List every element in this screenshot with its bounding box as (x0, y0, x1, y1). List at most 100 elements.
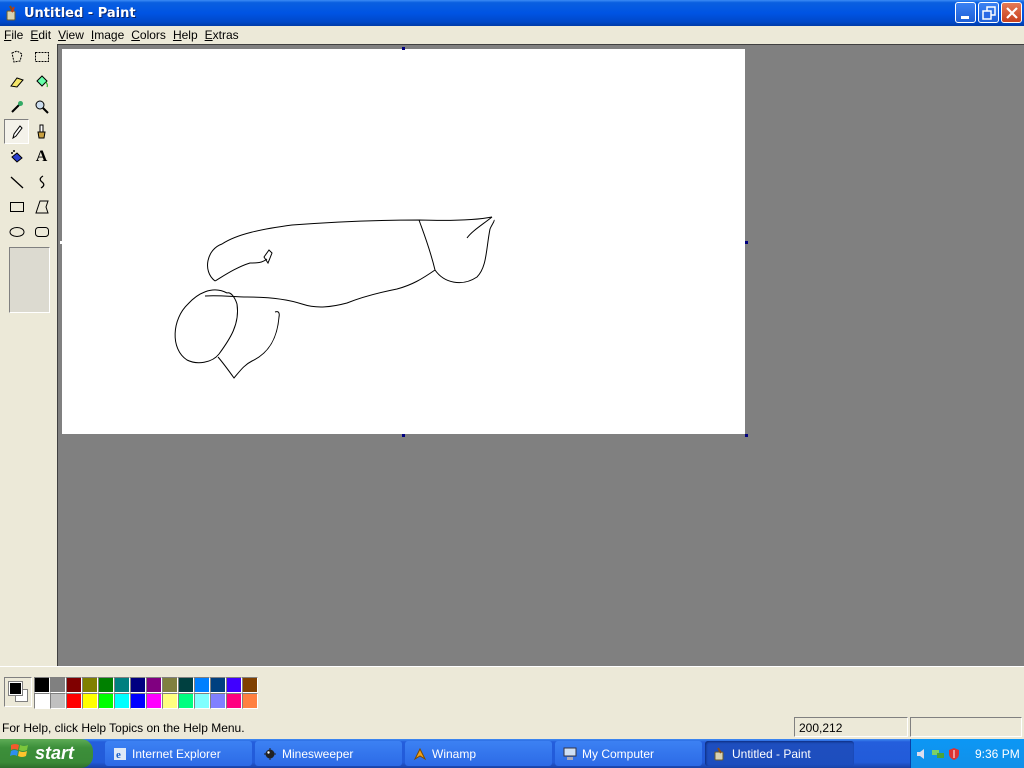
task-label: Winamp (432, 746, 477, 761)
palette-swatch[interactable] (66, 677, 82, 693)
swatch-color (115, 694, 129, 708)
tool-ellipse[interactable] (4, 219, 29, 244)
tool-polygon[interactable] (29, 194, 54, 219)
menu-edit[interactable]: Edit (27, 28, 54, 42)
palette-swatch[interactable] (210, 677, 226, 693)
pencil-icon (11, 124, 23, 139)
title-bar[interactable]: Untitled - Paint (0, 0, 1024, 26)
palette-swatch[interactable] (242, 677, 258, 693)
tool-pick-color[interactable] (4, 94, 29, 119)
swatch-color (35, 678, 49, 692)
rounded-rectangle-icon (34, 226, 49, 237)
eyedropper-icon (10, 100, 23, 113)
palette-swatch[interactable] (210, 693, 226, 709)
tool-text[interactable]: A (29, 144, 54, 169)
palette-swatch[interactable] (162, 693, 178, 709)
palette-swatch[interactable] (82, 693, 98, 709)
swatch-color (131, 678, 145, 692)
restore-button[interactable] (978, 2, 999, 23)
palette-swatch[interactable] (194, 693, 210, 709)
task-label: Minesweeper (282, 746, 354, 761)
clock[interactable]: 9:36 PM (975, 747, 1020, 761)
palette-swatch[interactable] (226, 677, 242, 693)
palette-swatch[interactable] (50, 677, 66, 693)
menu-extras[interactable]: Extras (202, 28, 242, 42)
palette-swatch[interactable] (130, 693, 146, 709)
tool-airbrush[interactable] (4, 144, 29, 169)
status-size (910, 717, 1022, 737)
palette-swatch[interactable] (82, 677, 98, 693)
system-tray: 9:36 PM (910, 739, 1024, 768)
drawing-canvas[interactable] (62, 49, 745, 434)
task-winamp[interactable]: Winamp (405, 741, 552, 766)
swatch-color (67, 678, 81, 692)
task-minesweeper[interactable]: Minesweeper (255, 741, 402, 766)
tool-free-form-select[interactable] (4, 44, 29, 69)
close-button[interactable] (1001, 2, 1022, 23)
paint-app-icon[interactable] (4, 5, 20, 21)
tool-rounded-rectangle[interactable] (29, 219, 54, 244)
tool-pencil[interactable] (4, 119, 29, 144)
palette-swatch[interactable] (194, 677, 210, 693)
tool-rectangle[interactable] (4, 194, 29, 219)
palette-swatch[interactable] (178, 693, 194, 709)
task-label: Internet Explorer (132, 746, 221, 761)
task-my-computer[interactable]: My Computer (555, 741, 702, 766)
canvas-drawing (174, 216, 495, 379)
task-internet-explorer[interactable]: e Internet Explorer (105, 741, 252, 766)
swatch-color (179, 694, 193, 708)
palette-swatch[interactable] (162, 677, 178, 693)
tool-select[interactable] (29, 44, 54, 69)
tool-curve[interactable] (29, 169, 54, 194)
palette-swatch[interactable] (50, 693, 66, 709)
menu-help[interactable]: Help (170, 28, 201, 42)
eraser-icon (9, 76, 24, 88)
tool-options-box[interactable] (9, 247, 50, 313)
palette-swatch[interactable] (98, 693, 114, 709)
palette-swatch[interactable] (34, 677, 50, 693)
swatch-color (99, 694, 113, 708)
palette-swatch[interactable] (226, 693, 242, 709)
curve-icon (39, 174, 44, 189)
foreground-color (8, 681, 23, 696)
palette-swatch[interactable] (130, 677, 146, 693)
swatch-color (227, 694, 241, 708)
palette-swatch[interactable] (98, 677, 114, 693)
menu-file[interactable]: File (1, 28, 26, 42)
tool-line[interactable] (4, 169, 29, 194)
palette-swatch[interactable] (146, 693, 162, 709)
palette-swatch[interactable] (146, 677, 162, 693)
palette-swatch[interactable] (66, 693, 82, 709)
volume-icon[interactable] (915, 747, 929, 761)
winamp-icon (413, 747, 427, 760)
resize-handle-corner[interactable] (745, 434, 748, 437)
tool-magnifier[interactable] (29, 94, 54, 119)
palette-swatch[interactable] (178, 677, 194, 693)
task-untitled-paint[interactable]: Untitled - Paint (705, 741, 854, 766)
palette-swatch[interactable] (114, 693, 130, 709)
swatch-color (195, 678, 209, 692)
resize-handle-bottom[interactable] (402, 434, 405, 437)
network-icon[interactable] (931, 747, 945, 761)
current-colors[interactable] (4, 677, 32, 707)
color-palette (34, 677, 258, 709)
menu-image[interactable]: Image (88, 28, 127, 42)
swatch-color (195, 694, 209, 708)
resize-handle-left[interactable] (60, 241, 63, 244)
palette-swatch[interactable] (34, 693, 50, 709)
tool-brush[interactable] (29, 119, 54, 144)
palette-swatch[interactable] (242, 693, 258, 709)
swatch-color (179, 678, 193, 692)
menu-colors[interactable]: Colors (128, 28, 169, 42)
status-bar: For Help, click Help Topics on the Help … (0, 714, 1024, 739)
tool-eraser[interactable] (4, 69, 29, 94)
security-shield-icon[interactable] (947, 747, 961, 761)
resize-handle-right[interactable] (745, 241, 748, 244)
tool-fill[interactable] (29, 69, 54, 94)
color-box (0, 666, 1024, 714)
start-button[interactable]: start (0, 739, 93, 768)
menu-view[interactable]: View (55, 28, 87, 42)
palette-swatch[interactable] (114, 677, 130, 693)
resize-handle-top[interactable] (402, 47, 405, 50)
minimize-button[interactable] (955, 2, 976, 23)
